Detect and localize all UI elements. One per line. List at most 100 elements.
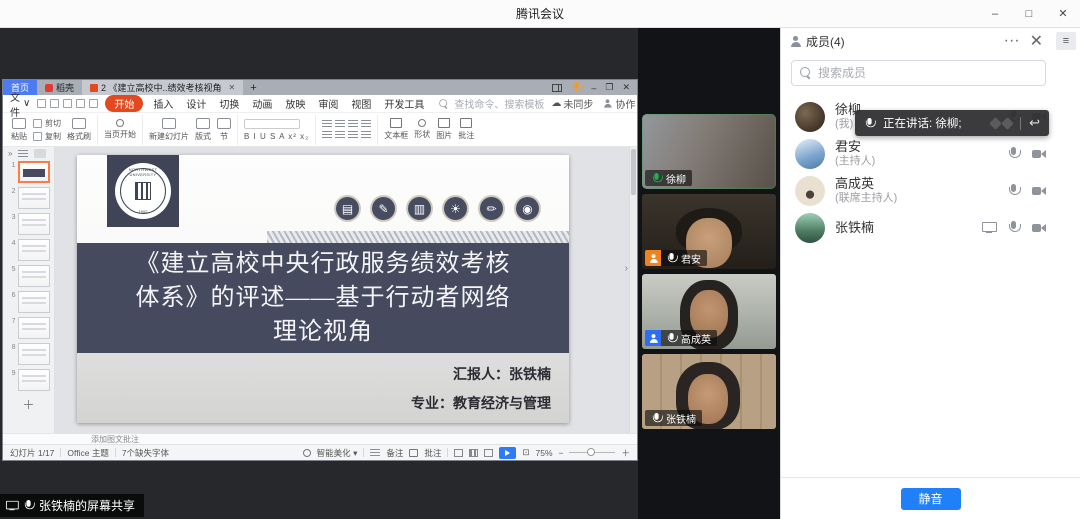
wps-document-tab[interactable]: 2 《建立高校中..绩效考核视角✕	[82, 80, 243, 95]
ribbon-tab-design[interactable]: 设计	[183, 95, 209, 112]
camera-icon[interactable]	[1032, 186, 1046, 196]
close-button[interactable]: ✕	[1046, 0, 1080, 27]
notes-bar[interactable]: 添加图文批注	[3, 433, 637, 444]
comment-button[interactable]: 批注	[458, 118, 474, 141]
font-style-controls[interactable]: B I U S A x² x₂	[244, 132, 309, 141]
panel-close-button[interactable]: ✕	[1030, 31, 1043, 51]
member-search-box[interactable]	[791, 60, 1046, 86]
mic-icon[interactable]	[1008, 221, 1019, 234]
ribbon-tab-view[interactable]: 视图	[348, 95, 374, 112]
panel-more-button[interactable]: ···	[1004, 32, 1020, 50]
ribbon-tab-slideshow[interactable]: 放映	[282, 95, 308, 112]
layout-menu-button[interactable]: ≡	[1056, 32, 1076, 50]
slide-thumbnail[interactable]: 7	[8, 317, 50, 339]
reading-view-icon[interactable]	[484, 449, 493, 457]
undo-icon[interactable]	[76, 99, 85, 108]
mic-icon[interactable]	[1008, 184, 1019, 197]
member-row-gaochengying[interactable]: 高成英 (联席主持人)	[781, 172, 1080, 209]
sync-status[interactable]: ☁未同步	[551, 96, 593, 111]
textbox-button[interactable]: 文本框	[384, 118, 408, 141]
slide-thumbnail[interactable]: 5	[8, 265, 50, 287]
ribbon-tab-animation[interactable]: 动画	[249, 95, 275, 112]
paste-button[interactable]: 粘贴	[11, 118, 27, 142]
zoom-slider-knob[interactable]	[587, 448, 595, 456]
textbox-icon	[390, 118, 402, 128]
print-icon[interactable]	[50, 99, 59, 108]
play-from-current-button[interactable]: 当页开始	[104, 119, 136, 140]
reply-arrow-icon[interactable]: ↩	[1029, 115, 1040, 131]
video-tile-zhangtienan[interactable]: 张铁楠	[642, 354, 776, 429]
member-row-zhangtienan[interactable]: 张铁楠	[781, 209, 1080, 246]
maximize-button[interactable]: □	[1012, 0, 1046, 27]
shape-button[interactable]: 形状	[414, 119, 430, 140]
fit-window-icon[interactable]: ⊡	[522, 447, 529, 458]
camera-icon[interactable]	[1032, 223, 1046, 233]
collaborate-button[interactable]: 协作	[602, 96, 635, 111]
slide-layout-button[interactable]: 版式	[195, 118, 211, 142]
sorter-view-icon[interactable]	[469, 449, 478, 457]
ribbon-tab-insert[interactable]: 插入	[150, 95, 176, 112]
section-icon	[217, 118, 231, 129]
slide-thumbnail[interactable]: 9	[8, 369, 50, 391]
paragraph-controls[interactable]	[322, 120, 371, 139]
save-icon[interactable]	[37, 99, 46, 108]
video-tile-gaochengying[interactable]: 高成英	[642, 274, 776, 349]
new-tab-button[interactable]: +	[243, 80, 263, 95]
slide-thumbnail[interactable]: 3	[8, 213, 50, 235]
title-slide[interactable]: NORTHWEST UNIVERSITY 1902 ▤ ✎ ▥ ☀ ✏ ◉	[77, 155, 569, 423]
font-family-dropdown[interactable]	[244, 119, 300, 129]
outline-view-icon[interactable]	[18, 150, 28, 158]
minimize-button[interactable]: –	[978, 0, 1012, 27]
theme-label[interactable]: Office 主题	[67, 447, 108, 459]
notes-toggle[interactable]: 备注	[386, 447, 403, 459]
canvas-scrollbar[interactable]	[629, 147, 637, 433]
smart-beautify-button[interactable]: 智能美化 ▾	[317, 447, 358, 459]
expand-panel-icon[interactable]: ›	[625, 263, 628, 274]
mute-button[interactable]: 静音	[901, 488, 961, 510]
slideshow-play-button[interactable]	[499, 447, 516, 459]
ribbon-tab-transition[interactable]: 切换	[216, 95, 242, 112]
mic-icon[interactable]	[1008, 147, 1019, 160]
section-button[interactable]: 节	[217, 118, 231, 142]
member-row-junan[interactable]: 君安 (主持人)	[781, 135, 1080, 172]
grid-view-icon[interactable]	[34, 149, 46, 158]
format-painter-button[interactable]: 格式刷	[67, 118, 91, 142]
comments-toggle[interactable]: 批注	[424, 447, 441, 459]
wps-close-button[interactable]: ✕	[622, 82, 630, 93]
zoom-out-button[interactable]: −	[559, 448, 564, 458]
zoom-level[interactable]: 75%	[536, 448, 553, 458]
normal-view-icon[interactable]	[454, 449, 463, 457]
cut-button[interactable]: 剪切	[33, 118, 61, 129]
slide-canvas[interactable]: NORTHWEST UNIVERSITY 1902 ▤ ✎ ▥ ☀ ✏ ◉	[55, 147, 637, 433]
ribbon-tab-review[interactable]: 审阅	[315, 95, 341, 112]
collapse-panel-icon[interactable]: »	[8, 149, 12, 158]
slide-thumbnail[interactable]: 8	[8, 343, 50, 365]
screen-share-icon	[6, 501, 17, 510]
video-tile-xuliu[interactable]: 徐柳	[642, 114, 776, 189]
camera-icon[interactable]	[1032, 149, 1046, 159]
wps-docer-tab[interactable]: 稻壳	[37, 80, 82, 95]
zoom-in-button[interactable]: ＋	[621, 447, 630, 459]
command-search[interactable]: 查找命令、搜索模板	[438, 96, 544, 111]
preview-icon[interactable]	[63, 99, 72, 108]
video-tile-junan[interactable]: 君安	[642, 194, 776, 269]
add-slide-button[interactable]: ＋	[22, 396, 34, 413]
slide-thumbnail[interactable]: 6	[8, 291, 50, 313]
split-view-icon[interactable]	[552, 84, 562, 92]
wps-restore-button[interactable]: ❐	[605, 82, 613, 93]
redo-icon[interactable]	[89, 99, 98, 108]
ribbon-tab-devtools[interactable]: 开发工具	[381, 95, 427, 112]
new-slide-button[interactable]: 新建幻灯片	[149, 118, 189, 142]
copy-button[interactable]: 复制	[33, 131, 61, 142]
wps-minimize-button[interactable]: –	[591, 83, 596, 93]
tab-close-icon[interactable]: ✕	[229, 83, 236, 92]
zoom-slider[interactable]	[569, 452, 615, 453]
slide-thumbnail[interactable]: 4	[8, 239, 50, 261]
picture-button[interactable]: 图片	[436, 118, 452, 141]
missing-fonts-label[interactable]: 7个缺失字体	[122, 447, 169, 459]
voice-assistant-icon[interactable]	[572, 82, 581, 93]
slide-thumbnail[interactable]: 1	[8, 161, 50, 183]
search-input[interactable]	[818, 66, 1037, 80]
ribbon-tab-home[interactable]: 开始	[105, 95, 143, 112]
slide-thumbnail[interactable]: 2	[8, 187, 50, 209]
